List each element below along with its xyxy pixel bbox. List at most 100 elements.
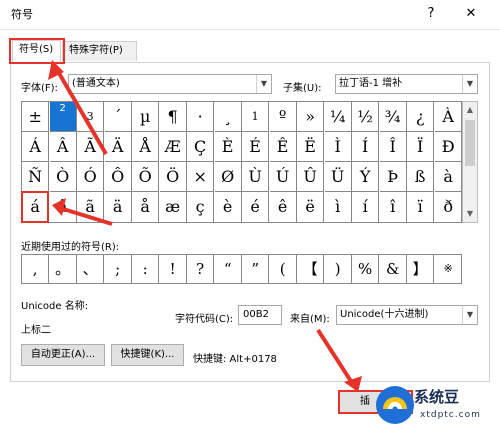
symbol-cell[interactable]: ¾ [379, 102, 407, 132]
close-button[interactable]: ✕ [462, 4, 480, 24]
symbol-cell[interactable]: Ä [104, 132, 132, 162]
recent-symbols-row[interactable]: ,。、;:!? “”(【)% &】 ※ [21, 254, 462, 284]
unicode-name-value: 上标二 [21, 325, 51, 336]
symbol-cell[interactable]: 1 [242, 102, 270, 132]
symbol-cell[interactable]: ð [435, 192, 462, 222]
recent-symbol-cell[interactable]: % [352, 255, 380, 283]
scroll-thumb[interactable] [465, 120, 475, 166]
symbol-cell[interactable]: í [352, 192, 380, 222]
symbol-cell[interactable]: ã [77, 192, 105, 222]
symbol-cell[interactable]: ½ [352, 102, 380, 132]
symbol-cell[interactable]: º [269, 102, 297, 132]
recent-symbol-cell[interactable]: : [132, 255, 160, 283]
symbol-cell[interactable]: Ò [49, 162, 77, 192]
recent-symbol-cell[interactable]: 【 [297, 255, 325, 283]
symbol-cell[interactable]: Å [132, 132, 160, 162]
symbol-cell[interactable]: · [187, 102, 215, 132]
subset-select[interactable]: 拉丁语-1 增补 ▼ [335, 74, 478, 94]
watermark: 系统豆 xtdptc.com [372, 380, 498, 430]
symbol-cell[interactable]: Ù [242, 162, 270, 192]
symbol-cell[interactable]: Þ [379, 162, 407, 192]
symbol-cell[interactable]: Ô [104, 162, 132, 192]
symbol-cell[interactable]: Ë [297, 132, 325, 162]
recent-symbol-cell[interactable]: ) [325, 255, 352, 283]
symbol-cell[interactable]: Õ [132, 162, 160, 192]
symbol-cell[interactable]: Í [352, 132, 380, 162]
font-select[interactable]: (普通文本) ▼ [68, 74, 272, 94]
symbol-cell[interactable]: Ì [324, 132, 352, 162]
scroll-down-icon[interactable]: ▼ [463, 206, 477, 222]
selected-symbol-highlight-box [21, 191, 49, 223]
chevron-down-icon: ▼ [462, 306, 477, 324]
symbol-cell[interactable]: ë [297, 192, 325, 222]
symbol-cell[interactable]: ¼ [324, 102, 352, 132]
symbol-cell[interactable]: Ñ [22, 162, 50, 192]
font-label: 字体(F): [21, 83, 58, 94]
recent-symbol-cell[interactable]: 】 [407, 255, 435, 283]
symbol-cell[interactable]: É [242, 132, 270, 162]
symbol-cell[interactable]: ¶ [159, 102, 187, 132]
symbol-cell[interactable]: ì [325, 192, 352, 222]
symbol-cell[interactable]: Ã [77, 132, 105, 162]
from-select[interactable]: Unicode(十六进制) ▼ [336, 305, 478, 325]
symbol-cell[interactable]: ç [187, 192, 215, 222]
watermark-name: 系统豆 [414, 388, 460, 406]
symbol-cell[interactable]: Ç [187, 132, 215, 162]
symbol-cell[interactable]: Ê [269, 132, 297, 162]
symbol-cell[interactable]: 2 [49, 102, 77, 132]
autocorrect-button[interactable]: 自动更正(A)... [21, 344, 105, 366]
symbol-cell[interactable]: × [187, 162, 215, 192]
symbol-cell[interactable]: é [242, 192, 270, 222]
symbol-cell[interactable]: ´ [104, 102, 132, 132]
symbol-cell[interactable]: Ï [407, 132, 435, 162]
recent-symbol-cell[interactable]: ; [105, 255, 132, 283]
recent-symbol-cell[interactable]: 。 [50, 255, 77, 283]
symbol-cell[interactable]: ß [407, 162, 435, 192]
symbol-cell[interactable]: Æ [159, 132, 187, 162]
symbol-cell[interactable]: Î [379, 132, 407, 162]
recent-symbol-cell[interactable]: ? [187, 255, 215, 283]
symbol-cell[interactable]: È [214, 132, 242, 162]
symbol-cell[interactable]: Ð [434, 132, 462, 162]
symbol-cell[interactable]: Ü [324, 162, 352, 192]
tab-special-characters[interactable]: 特殊字符(P) [62, 41, 137, 61]
symbol-grid[interactable]: ±2 3 ´ µ ¶ · ¸ 1 º» ¼ ½ ¾ ¿ À Á Â Ã Ä Å Æ Ç È É Ê Ë Ì Í Î Ï Ð Ñ Ò Ó Ô Õ Ö × Ø… [21, 101, 462, 223]
scroll-up-icon[interactable]: ▲ [463, 102, 477, 118]
recent-symbol-cell[interactable]: ! [160, 255, 187, 283]
recent-symbol-cell[interactable]: “ [215, 255, 242, 283]
symbol-cell[interactable]: Ö [159, 162, 187, 192]
symbol-cell[interactable]: 3 [77, 102, 105, 132]
symbol-cell[interactable]: Ó [77, 162, 105, 192]
symbol-cell[interactable]: æ [160, 192, 187, 222]
symbol-cell[interactable]: ¿ [407, 102, 435, 132]
symbol-cell[interactable]: Ú [269, 162, 297, 192]
symbol-cell[interactable]: î [380, 192, 407, 222]
recent-symbol-cell[interactable]: ( [270, 255, 297, 283]
recent-symbol-cell[interactable]: ” [242, 255, 270, 283]
symbol-cell[interactable]: Û [297, 162, 325, 192]
symbol-cell[interactable]: à [434, 162, 462, 192]
char-code-input[interactable]: 00B2 [238, 305, 282, 325]
symbol-cell[interactable]: ä [105, 192, 132, 222]
symbol-cell[interactable]: µ [132, 102, 160, 132]
recent-symbol-cell[interactable]: , [22, 255, 50, 283]
symbol-cell[interactable]: ± [22, 102, 50, 132]
symbol-cell[interactable]: » [297, 102, 325, 132]
recent-symbol-cell[interactable]: & [380, 255, 407, 283]
symbol-cell[interactable]: À [434, 102, 462, 132]
symbol-cell[interactable]: å [132, 192, 160, 222]
symbol-cell[interactable]: ¸ [214, 102, 242, 132]
symbol-cell[interactable]: Ø [214, 162, 242, 192]
recent-symbol-cell[interactable]: ※ [435, 255, 462, 283]
symbol-cell[interactable]: ê [270, 192, 297, 222]
grid-scrollbar[interactable]: ▲ ▼ [462, 101, 478, 223]
symbol-cell[interactable]: Â [49, 132, 77, 162]
symbol-cell[interactable]: Á [22, 132, 50, 162]
symbol-cell[interactable]: Ý [352, 162, 380, 192]
recent-symbol-cell[interactable]: 、 [77, 255, 105, 283]
help-button[interactable]: ? [423, 4, 439, 24]
symbol-cell[interactable]: ï [407, 192, 435, 222]
symbol-cell[interactable]: â [50, 192, 77, 222]
symbol-cell[interactable]: è [215, 192, 242, 222]
shortcut-key-button[interactable]: 快捷键(K)... [111, 344, 184, 366]
